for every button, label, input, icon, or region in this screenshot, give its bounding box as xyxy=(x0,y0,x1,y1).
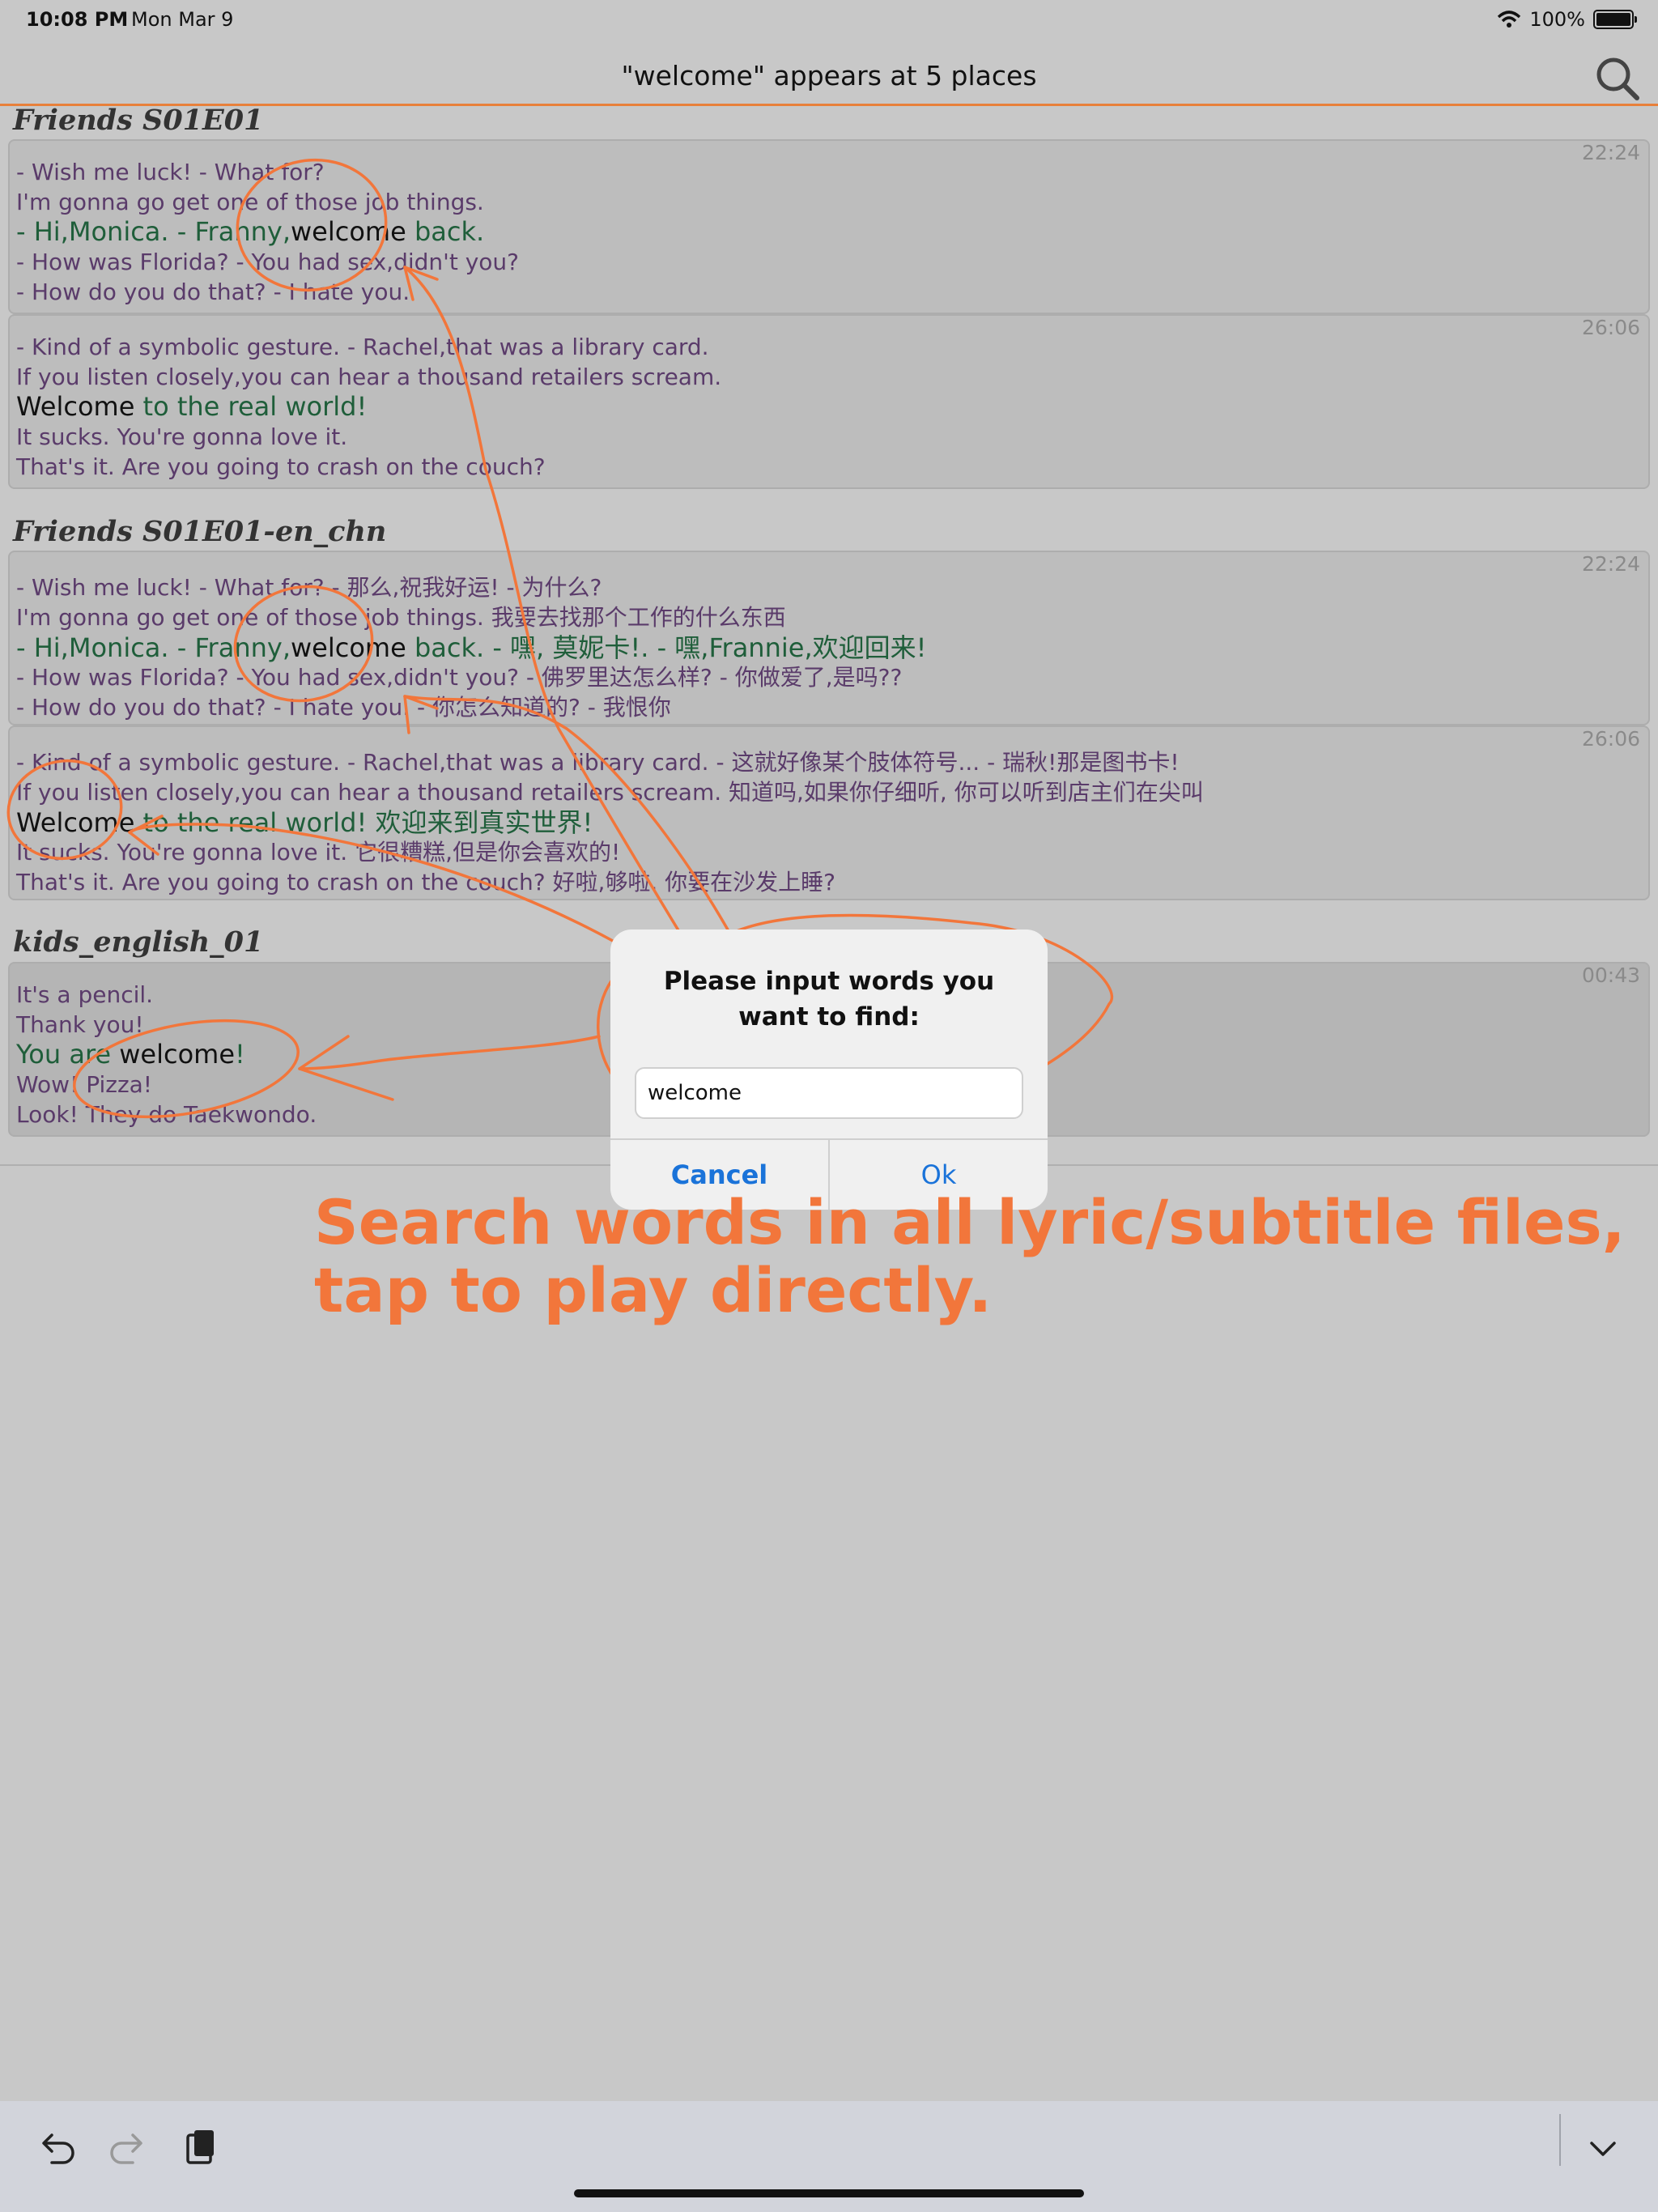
line-text-before: It sucks. You're gonna love it. xyxy=(16,423,348,450)
matched-word: Welcome xyxy=(16,807,135,838)
line-text-before: That's it. Are you going to crash on the… xyxy=(16,453,546,480)
matched-word: welcome xyxy=(290,632,406,663)
status-bar: 10:08 PM Mon Mar 9 100% xyxy=(0,0,1658,40)
subtitle-line: - Kind of a symbolic gesture. - Rachel,t… xyxy=(16,334,709,360)
subtitle-line: I'm gonna go get one of those job things… xyxy=(16,189,484,215)
undo-icon[interactable] xyxy=(34,2125,79,2171)
line-text-before: - How do you do that? - I hate you. - 你怎… xyxy=(16,694,671,721)
chevron-down-icon[interactable] xyxy=(1580,2125,1626,2171)
result-time: 26:06 xyxy=(1581,727,1640,751)
subtitle-line: - Wish me luck! - What for? - 那么,祝我好运! -… xyxy=(16,570,602,602)
caption-line-1: Search words in all lyric/subtitle files… xyxy=(314,1186,1626,1258)
line-text-before: If you listen closely,you can hear a tho… xyxy=(16,364,722,390)
line-text-before: - Wish me luck! - What for? xyxy=(16,159,325,185)
caption-line-2: tap to play directly. xyxy=(314,1254,993,1326)
line-text-after: to the real world! xyxy=(134,391,368,422)
line-text-before: - How was Florida? - You had sex,didn't … xyxy=(16,249,520,275)
search-icon[interactable] xyxy=(1593,55,1642,100)
subtitle-line: That's it. Are you going to crash on the… xyxy=(16,453,546,480)
subtitle-line: - How do you do that? - I hate you. xyxy=(16,279,410,305)
status-right: 100% xyxy=(1497,8,1637,31)
subtitle-line: It sucks. You're gonna love it. 它很糟糕,但是你… xyxy=(16,835,620,867)
search-input[interactable] xyxy=(635,1067,1023,1119)
result-time: 00:43 xyxy=(1581,963,1640,987)
status-time: 10:08 PM xyxy=(26,8,129,31)
subtitle-line: Thank you! xyxy=(16,1011,144,1038)
redo-icon[interactable] xyxy=(105,2125,151,2171)
battery-percent: 100% xyxy=(1529,8,1585,31)
line-text-before: - Hi,Monica. - Franny, xyxy=(16,216,291,247)
page-title: "welcome" appears at 5 places xyxy=(621,60,1037,91)
section-title: kids_english_01 xyxy=(13,925,264,959)
matched-word: welcome xyxy=(290,216,406,247)
subtitle-line: If you listen closely,you can hear a tho… xyxy=(16,364,721,390)
line-text-before: Thank you! xyxy=(16,1011,144,1038)
subtitle-line: - How do you do that? - I hate you. - 你怎… xyxy=(16,690,671,722)
subtitle-line: Wow! Pizza! xyxy=(16,1071,152,1098)
line-text-after: back. xyxy=(406,216,485,247)
subtitle-line: - How was Florida? - You had sex,didn't … xyxy=(16,660,902,692)
status-date: Mon Mar 9 xyxy=(131,8,234,31)
result-time: 22:24 xyxy=(1581,552,1640,576)
line-text-before: - How was Florida? - You had sex,didn't … xyxy=(16,664,903,691)
result-card[interactable]: 26:06 - Kind of a symbolic gesture. - Rac… xyxy=(8,314,1650,489)
section-title: Friends S01E01-en_chn xyxy=(13,515,387,548)
line-text-before: - Kind of a symbolic gesture. - Rachel,t… xyxy=(16,749,1180,776)
result-card[interactable]: 22:24 - Wish me luck! - What for? I'm gonn… xyxy=(8,139,1650,314)
subtitle-line: Look! They do Taekwondo. xyxy=(16,1101,317,1128)
promo-caption: Search words in all lyric/subtitle files… xyxy=(314,1189,1626,1325)
result-card[interactable]: 26:06 - Kind of a symbolic gesture. - Rac… xyxy=(8,725,1650,900)
highlighted-line: - Hi,Monica. - Franny,welcome back. xyxy=(16,216,484,247)
wifi-icon xyxy=(1498,11,1521,28)
subtitle-line: - Kind of a symbolic gesture. - Rachel,t… xyxy=(16,745,1180,777)
line-text-before: Wow! Pizza! xyxy=(16,1071,153,1098)
matched-word: welcome xyxy=(119,1039,236,1070)
subtitle-line: - How was Florida? - You had sex,didn't … xyxy=(16,249,519,275)
highlighted-line: Welcome to the real world! xyxy=(16,391,367,422)
battery-icon xyxy=(1593,10,1637,29)
line-text-before: I'm gonna go get one of those job things… xyxy=(16,189,484,215)
clipboard-icon[interactable] xyxy=(178,2125,223,2171)
toolbar-divider xyxy=(1559,2114,1561,2166)
line-text-before: That's it. Are you going to crash on the… xyxy=(16,869,836,895)
line-text-after: back. - 嘿, 莫妮卡!. - 嘿,Frannie,欢迎回来! xyxy=(406,632,927,663)
subtitle-line: - Wish me luck! - What for? xyxy=(16,159,325,185)
line-text-before: - Wish me luck! - What for? - 那么,祝我好运! -… xyxy=(16,574,602,601)
dialog-title: Please input words you want to find: xyxy=(663,967,995,1032)
line-text-after: ! xyxy=(235,1039,245,1070)
highlighted-line: You are welcome! xyxy=(16,1039,245,1070)
subtitle-line: It's a pencil. xyxy=(16,981,153,1008)
line-text-before: It's a pencil. xyxy=(16,981,154,1008)
search-dialog: Please input words you want to find: Can… xyxy=(610,929,1048,1210)
line-text-before: Look! They do Taekwondo. xyxy=(16,1101,317,1128)
subtitle-line: It sucks. You're gonna love it. xyxy=(16,423,347,450)
line-text-before: It sucks. You're gonna love it. 它很糟糕,但是你… xyxy=(16,839,621,866)
result-time: 22:24 xyxy=(1581,141,1640,164)
home-indicator xyxy=(574,2189,1084,2197)
matched-word: Welcome xyxy=(16,391,135,422)
nav-bar: "welcome" appears at 5 places xyxy=(0,49,1658,106)
result-time: 26:06 xyxy=(1581,316,1640,339)
result-card[interactable]: 22:24 - Wish me luck! - What for? - 那么,祝我… xyxy=(8,551,1650,725)
subtitle-line: That's it. Are you going to crash on the… xyxy=(16,865,835,897)
line-text-before: - How do you do that? - I hate you. xyxy=(16,279,410,305)
line-text-before: - Kind of a symbolic gesture. - Rachel,t… xyxy=(16,334,709,360)
line-text-after: to the real world! 欢迎来到真实世界! xyxy=(134,807,593,838)
line-text-before: - Hi,Monica. - Franny, xyxy=(16,632,291,663)
line-text-before: You are xyxy=(16,1039,120,1070)
section-title: Friends S01E01 xyxy=(13,104,264,137)
